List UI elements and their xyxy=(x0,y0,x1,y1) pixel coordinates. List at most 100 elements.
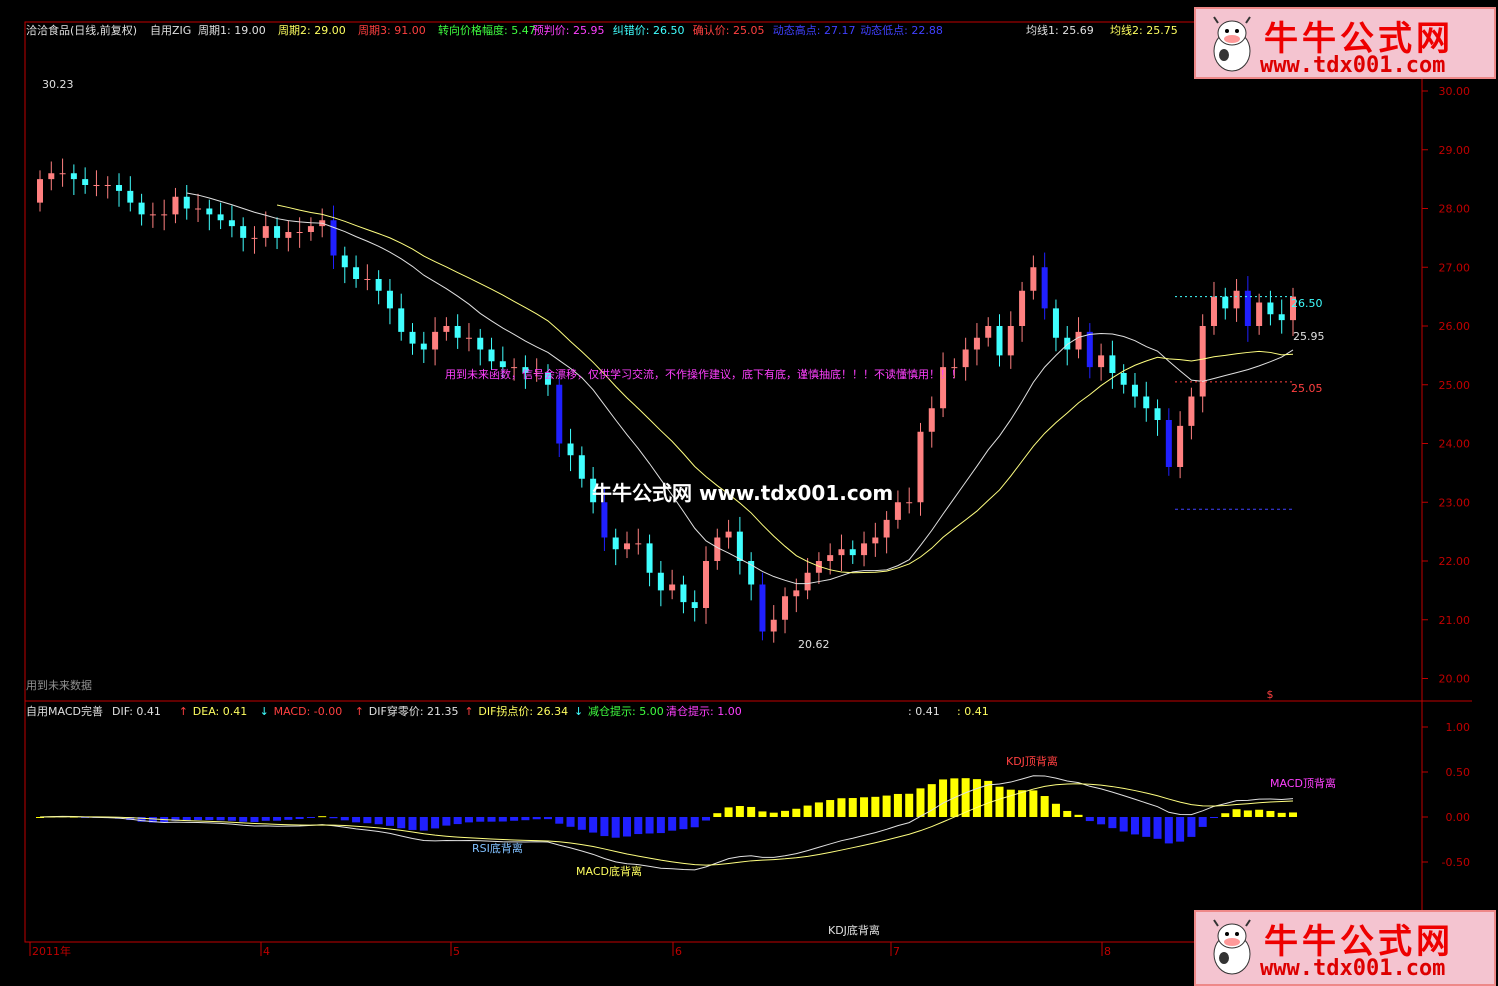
candle-body xyxy=(1165,420,1172,467)
macd-bar xyxy=(318,816,327,818)
macd-header-arrow: ↓ xyxy=(574,705,583,718)
candle-body xyxy=(872,537,879,544)
xaxis-label: 7 xyxy=(893,945,900,958)
macd-bar xyxy=(735,806,744,817)
banner-url: www.tdx001.com xyxy=(1260,956,1446,981)
candle-body xyxy=(1143,396,1150,409)
candle-body xyxy=(296,232,303,233)
candle-body xyxy=(330,220,337,256)
xaxis-label: 2011年 xyxy=(32,944,71,958)
macd-bar xyxy=(374,817,383,825)
macd-bar xyxy=(532,817,541,820)
param-label: 动态低点: 22.88 xyxy=(860,24,943,37)
candle-body xyxy=(48,173,55,180)
macd-bar xyxy=(431,817,440,829)
candle-body xyxy=(1278,314,1285,321)
macd-bar xyxy=(792,808,801,817)
ma-label: 均线1: 25.69 xyxy=(1026,23,1094,37)
macd-bar xyxy=(1266,810,1275,817)
macd-bar xyxy=(611,817,620,838)
macd-header-item: 减仓提示: 5.00 xyxy=(588,704,664,718)
macd-bar xyxy=(803,805,812,817)
level-label-2650: 26.50 xyxy=(1291,297,1323,310)
macd-bar xyxy=(261,817,270,821)
macd-bar xyxy=(1232,809,1241,817)
macd-tick-label: 1.00 xyxy=(1446,721,1471,734)
macd-bar xyxy=(194,817,203,821)
macd-bar xyxy=(250,817,259,823)
candle-body xyxy=(353,267,360,279)
macd-bar xyxy=(668,817,677,831)
macd-bar xyxy=(555,817,564,824)
macd-indicator-name: 自用MACD完善 xyxy=(26,704,103,718)
macd-bar xyxy=(905,793,914,817)
candle-body xyxy=(70,173,77,180)
candle-body xyxy=(1030,267,1037,291)
candle-body xyxy=(962,349,969,368)
candle-body xyxy=(262,226,269,238)
price-tick-label: 20.00 xyxy=(1439,673,1471,686)
candle-body xyxy=(827,555,834,561)
macd-bar xyxy=(1187,817,1196,837)
kdj-bottom-divergence-label: KDJ底背离 xyxy=(828,923,880,937)
dollar-mark: $ xyxy=(1267,688,1274,701)
macd-bar xyxy=(1277,812,1286,817)
macd-bar xyxy=(679,817,688,830)
macd-bar xyxy=(860,797,869,817)
candle-body xyxy=(172,196,179,215)
macd-bar xyxy=(972,779,981,817)
macd-header-item: DIF拐点价: 26.34 xyxy=(478,704,568,718)
price-tick-label: 21.00 xyxy=(1439,614,1471,627)
macd-bar xyxy=(284,817,293,820)
macd-bar xyxy=(600,817,609,837)
candle-body xyxy=(386,290,393,309)
macd-bar xyxy=(295,817,304,819)
indicator-name: 自用ZIG xyxy=(150,24,191,37)
macd-header-arrow: ↓ xyxy=(260,705,269,718)
macd-bar xyxy=(543,817,552,820)
candle-body xyxy=(691,602,698,608)
param-label: 预判价: 25.95 xyxy=(533,24,605,37)
future-data-note: 用到未来数据 xyxy=(26,678,92,692)
macd-bar xyxy=(521,817,530,821)
macd-bar xyxy=(634,817,643,835)
candle-body xyxy=(1199,326,1206,397)
candle-body xyxy=(567,443,574,456)
macd-bar xyxy=(1051,803,1060,817)
candles-group xyxy=(37,158,1296,643)
candle-body xyxy=(1131,384,1138,397)
param-label: 确认价: 25.05 xyxy=(693,24,765,37)
candle-body xyxy=(116,185,123,191)
macd-bar xyxy=(205,817,214,821)
candle-body xyxy=(477,337,484,350)
macd-bar xyxy=(645,817,654,834)
candle-body xyxy=(1233,290,1240,309)
ma2-line xyxy=(276,204,1294,574)
price-tick-label: 24.00 xyxy=(1439,438,1471,451)
param-label: 转向价格幅度: 5.47 xyxy=(438,23,536,37)
candle-body xyxy=(793,590,800,597)
level-label-2505: 25.05 xyxy=(1291,382,1323,395)
candle-body xyxy=(623,543,630,550)
brand-banner-top: 牛牛公式网 www.tdx001.com xyxy=(1194,7,1496,79)
macd-bar xyxy=(690,817,699,828)
candle-body xyxy=(228,220,235,227)
candle-body xyxy=(612,537,619,550)
candle-body xyxy=(82,179,89,185)
macd-bar xyxy=(713,813,722,817)
candle-body xyxy=(804,572,811,591)
param-label: 纠错价: 26.50 xyxy=(613,23,685,37)
candle-body xyxy=(985,326,992,338)
macd-bar xyxy=(464,817,473,823)
candle-body xyxy=(409,331,416,344)
macd-bar xyxy=(1063,810,1072,817)
macd-bar xyxy=(227,817,236,821)
macd-bar xyxy=(498,817,507,822)
macd-bar xyxy=(995,786,1004,817)
macd-bar xyxy=(1209,817,1218,818)
macd-bar xyxy=(758,811,767,817)
macd-extra-dea: : 0.41 xyxy=(957,705,989,718)
candle-body xyxy=(1086,331,1093,368)
macd-bar xyxy=(510,817,519,821)
macd-bar xyxy=(893,793,902,817)
